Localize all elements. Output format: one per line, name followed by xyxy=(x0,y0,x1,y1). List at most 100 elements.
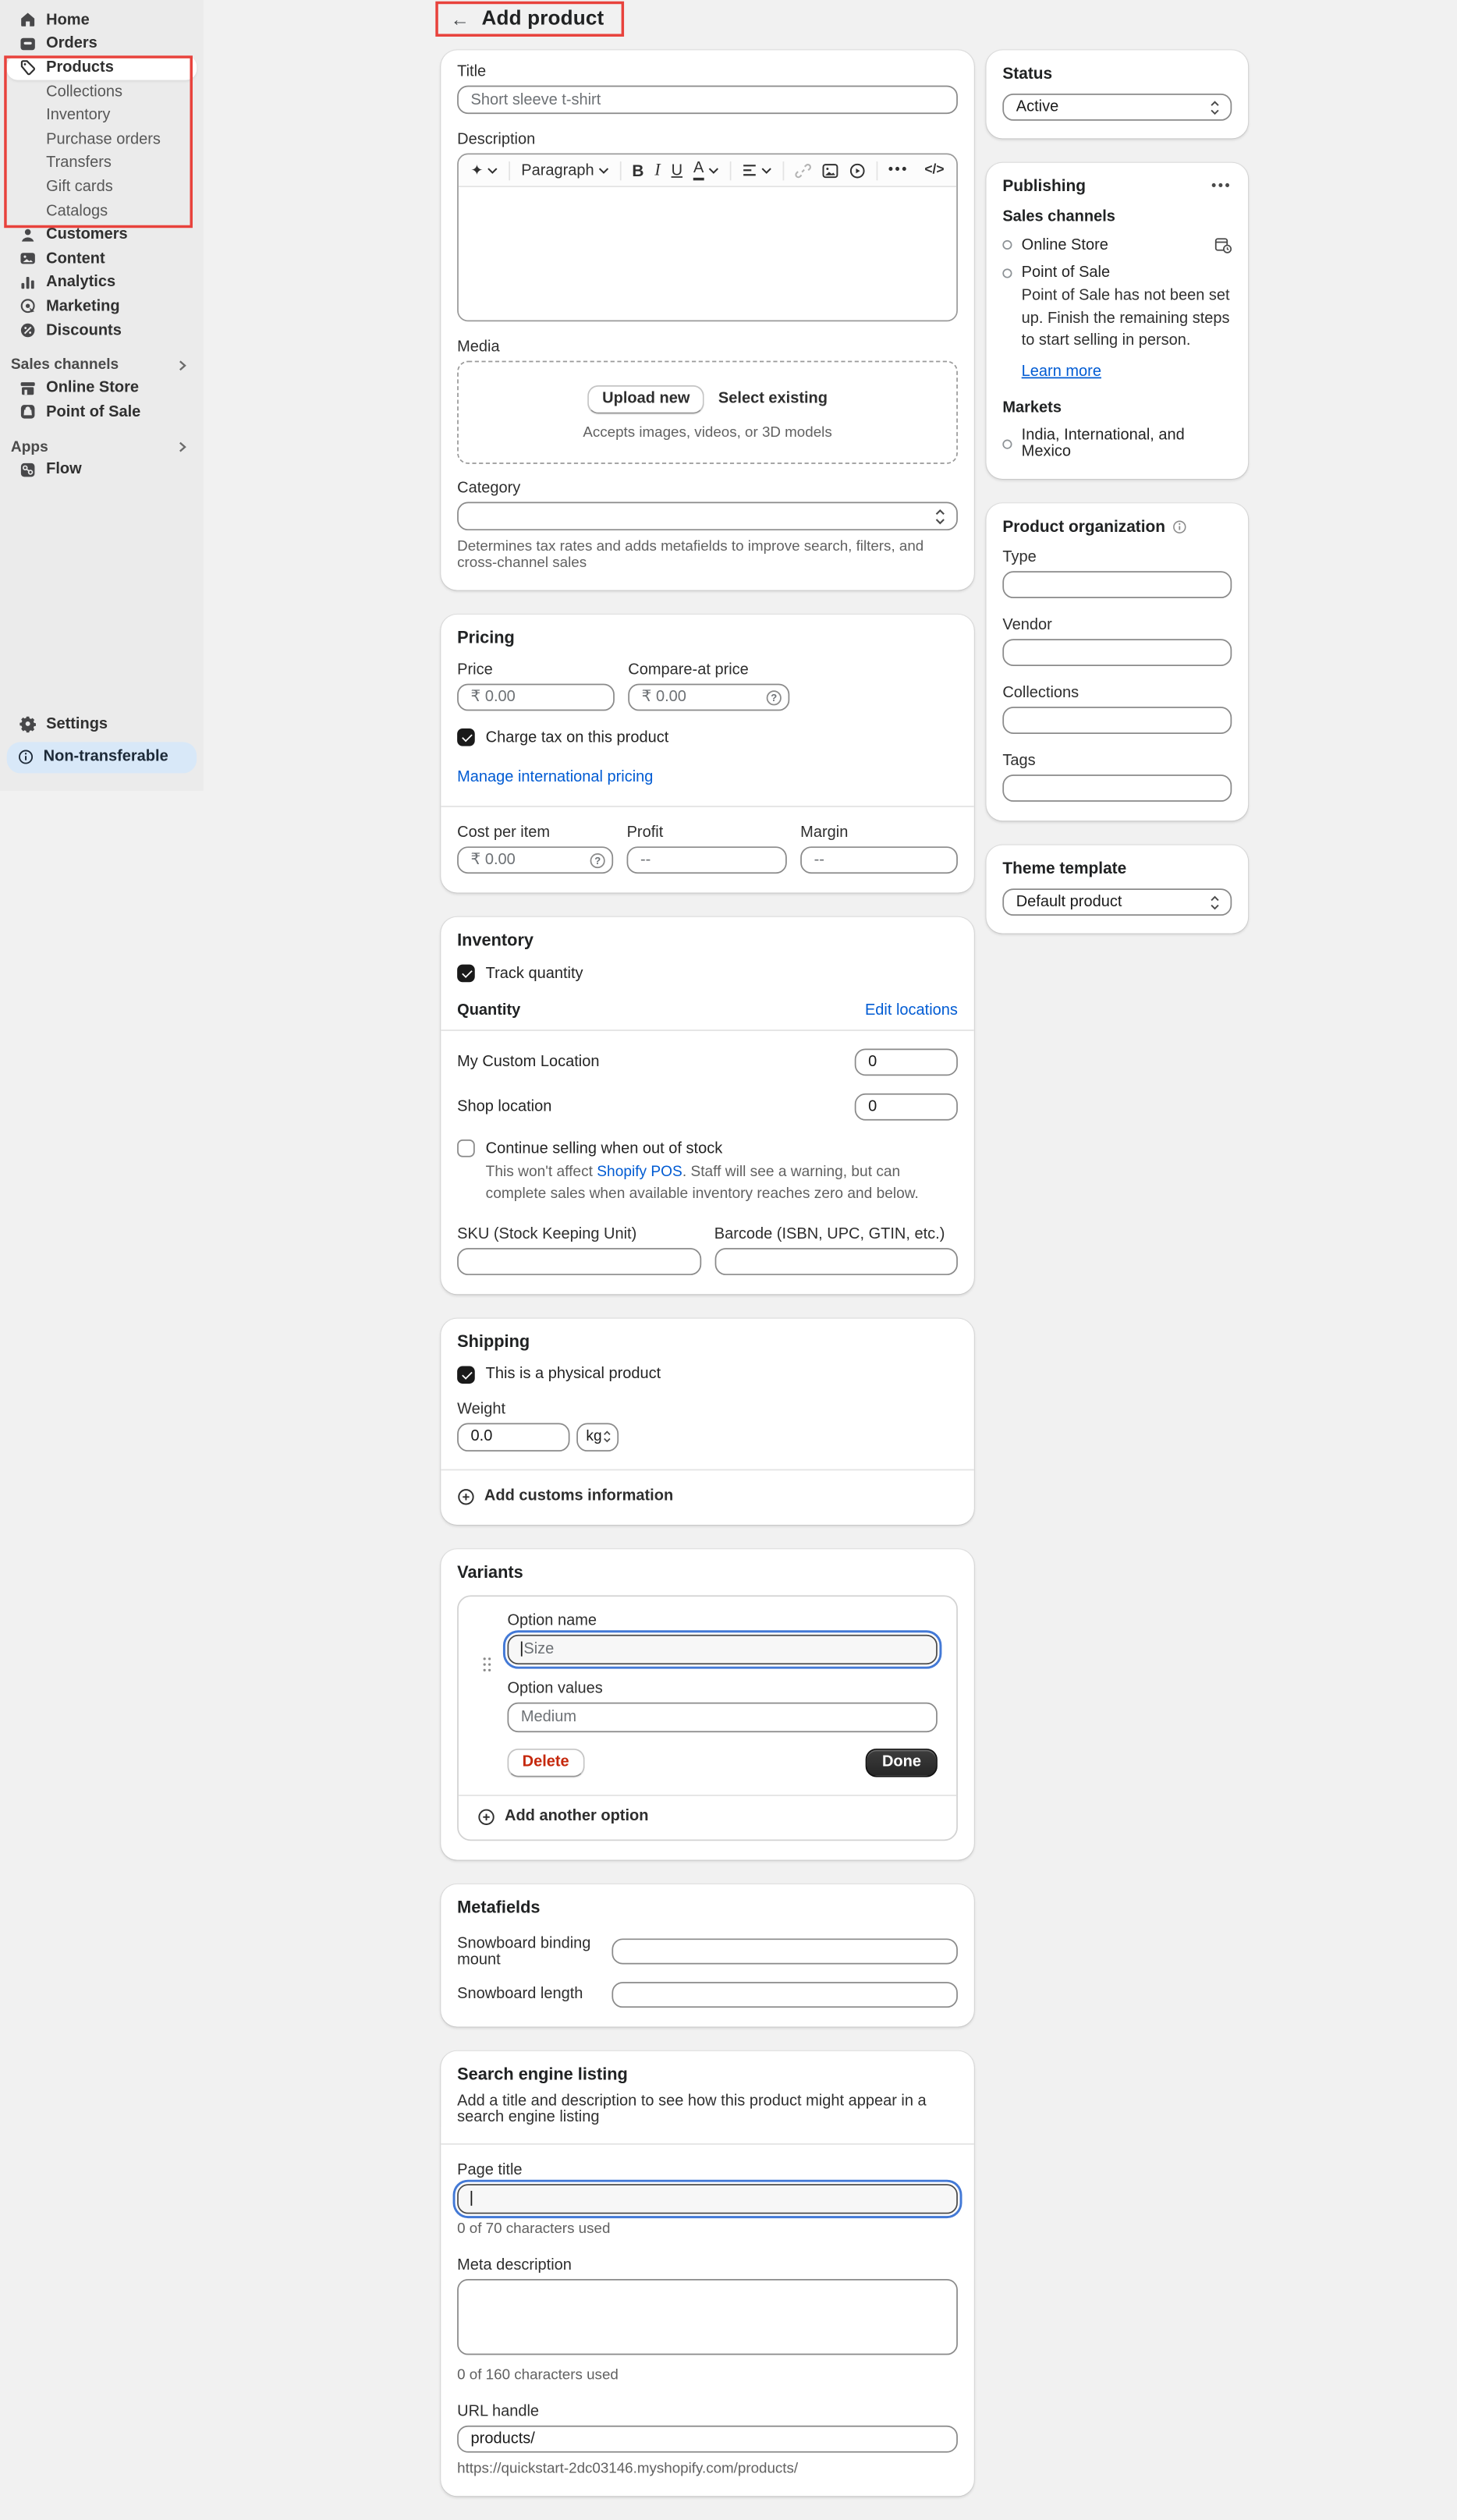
image-button[interactable] xyxy=(822,162,838,179)
non-transferable-banner[interactable]: Non-transferable xyxy=(7,742,197,773)
sidebar-item-label: Content xyxy=(46,250,105,267)
sidebar-item-settings[interactable]: Settings xyxy=(7,712,197,736)
help-icon[interactable]: ? xyxy=(767,689,782,704)
profit-input[interactable] xyxy=(627,846,787,874)
charge-tax-checkbox-row[interactable]: Charge tax on this product xyxy=(457,728,958,746)
sidebar-section-sales-channels[interactable]: Sales channels xyxy=(7,354,197,376)
sidebar-item-collections[interactable]: Collections xyxy=(7,80,197,104)
sidebar-item-online-store[interactable]: Online Store xyxy=(7,376,197,400)
sidebar-item-analytics[interactable]: Analytics xyxy=(7,271,197,295)
track-quantity-checkbox[interactable] xyxy=(457,965,475,983)
vendor-input[interactable] xyxy=(1002,639,1232,666)
snowboard-binding-mount-input[interactable] xyxy=(612,1939,958,1965)
weight-input[interactable] xyxy=(457,1423,569,1451)
paragraph-style-dropdown[interactable]: Paragraph xyxy=(521,162,609,179)
tags-input[interactable] xyxy=(1002,774,1232,802)
meta-description-textarea[interactable] xyxy=(457,2279,958,2355)
theme-template-card: Theme template Default product xyxy=(986,845,1248,934)
more-options-button[interactable]: ••• xyxy=(888,163,909,178)
add-customs-information-button[interactable]: Add customs information xyxy=(457,1488,958,1506)
sidebar-item-home[interactable]: Home xyxy=(7,8,197,32)
upload-new-button[interactable]: Upload new xyxy=(587,385,705,413)
chevron-right-icon xyxy=(176,441,189,453)
add-another-option-button[interactable]: Add another option xyxy=(477,1796,938,1840)
channel-status-dot xyxy=(1002,268,1012,278)
publishing-menu-button[interactable]: ••• xyxy=(1211,179,1232,193)
inventory-card: Inventory Track quantity Quantity Edit l… xyxy=(441,917,974,1294)
type-input[interactable] xyxy=(1002,571,1232,598)
italic-button[interactable]: I xyxy=(654,160,660,180)
my-custom-location-qty-input[interactable] xyxy=(855,1048,958,1076)
description-label: Description xyxy=(457,132,958,148)
weight-unit-select[interactable]: kg xyxy=(576,1423,619,1451)
theme-template-select[interactable]: Default product xyxy=(1002,888,1232,916)
alignment-dropdown[interactable] xyxy=(742,164,771,176)
description-textarea[interactable] xyxy=(459,187,956,320)
schedule-icon[interactable] xyxy=(1214,236,1232,254)
collections-label: Collections xyxy=(1002,685,1232,701)
margin-input[interactable] xyxy=(800,846,958,874)
barcode-label: Barcode (ISBN, UPC, GTIN, etc.) xyxy=(714,1226,958,1242)
shop-location-qty-input[interactable] xyxy=(855,1093,958,1121)
sidebar-item-inventory[interactable]: Inventory xyxy=(7,104,197,128)
underline-button[interactable]: U xyxy=(672,162,682,179)
media-dropzone[interactable]: Upload new Select existing Accepts image… xyxy=(457,361,958,464)
video-button[interactable] xyxy=(849,162,865,179)
option-value-input[interactable] xyxy=(507,1703,937,1732)
location-quantity-row: Shop location xyxy=(457,1093,958,1121)
done-button[interactable]: Done xyxy=(866,1749,938,1777)
title-input[interactable] xyxy=(457,86,958,115)
charge-tax-checkbox[interactable] xyxy=(457,728,475,746)
toolbar-divider xyxy=(620,161,622,179)
ai-magic-button[interactable]: ✦ xyxy=(471,161,498,179)
url-handle-input[interactable] xyxy=(457,2426,958,2453)
manage-international-pricing-link[interactable]: Manage international pricing xyxy=(457,769,653,785)
collections-input[interactable] xyxy=(1002,707,1232,734)
drag-handle[interactable] xyxy=(477,1613,496,1777)
continue-selling-checkbox[interactable] xyxy=(457,1139,475,1157)
sales-channels-label: Sales channels xyxy=(1002,209,1232,225)
back-arrow-icon[interactable]: ← xyxy=(450,9,469,27)
code-view-button[interactable]: </> xyxy=(924,163,944,178)
sidebar-item-customers[interactable]: Customers xyxy=(7,223,197,247)
sidebar-item-products[interactable]: Products xyxy=(7,56,197,80)
track-quantity-row[interactable]: Track quantity xyxy=(457,965,958,983)
physical-product-checkbox[interactable] xyxy=(457,1366,475,1384)
option-name-input[interactable]: Size xyxy=(507,1635,937,1664)
bold-button[interactable]: B xyxy=(632,161,643,179)
markets-label: Markets xyxy=(1002,400,1232,416)
compare-at-price-input[interactable] xyxy=(628,684,789,711)
sidebar-item-flow[interactable]: Flow xyxy=(7,458,197,482)
delete-option-button[interactable]: Delete xyxy=(507,1749,583,1777)
select-existing-button[interactable]: Select existing xyxy=(718,391,828,407)
seo-card: Search engine listing Add a title and de… xyxy=(441,2051,974,2496)
discount-icon xyxy=(18,321,37,339)
sidebar-item-catalogs[interactable]: Catalogs xyxy=(7,199,197,223)
link-button[interactable] xyxy=(795,162,811,179)
quantity-label: Quantity xyxy=(457,1002,520,1019)
sidebar-item-transfers[interactable]: Transfers xyxy=(7,151,197,175)
learn-more-link[interactable]: Learn more xyxy=(1022,363,1101,380)
category-select[interactable] xyxy=(457,502,958,531)
snowboard-length-input[interactable] xyxy=(612,1982,958,2008)
barcode-input[interactable] xyxy=(714,1248,958,1275)
sidebar-item-purchase-orders[interactable]: Purchase orders xyxy=(7,127,197,151)
status-select[interactable]: Active xyxy=(1002,94,1232,121)
physical-product-row[interactable]: This is a physical product xyxy=(457,1366,958,1384)
sidebar-nav: Home Orders Products Collections Invento… xyxy=(7,8,197,772)
edit-locations-link[interactable]: Edit locations xyxy=(865,1002,958,1019)
help-icon[interactable]: ? xyxy=(590,852,605,867)
sidebar-item-point-of-sale[interactable]: Point of Sale xyxy=(7,400,197,424)
sidebar-item-content[interactable]: Content xyxy=(7,246,197,271)
sidebar-item-discounts[interactable]: Discounts xyxy=(7,318,197,342)
sku-input[interactable] xyxy=(457,1248,700,1275)
price-input[interactable] xyxy=(457,684,615,711)
sidebar-section-apps[interactable]: Apps xyxy=(7,436,197,458)
text-color-dropdown[interactable]: A xyxy=(693,161,718,179)
sidebar-item-orders[interactable]: Orders xyxy=(7,32,197,56)
continue-selling-row[interactable]: Continue selling when out of stock xyxy=(457,1139,958,1157)
sidebar-item-gift-cards[interactable]: Gift cards xyxy=(7,175,197,200)
shopify-pos-link[interactable]: Shopify POS xyxy=(597,1164,682,1180)
sidebar-item-marketing[interactable]: Marketing xyxy=(7,295,197,319)
page-title-input[interactable] xyxy=(457,2184,958,2213)
